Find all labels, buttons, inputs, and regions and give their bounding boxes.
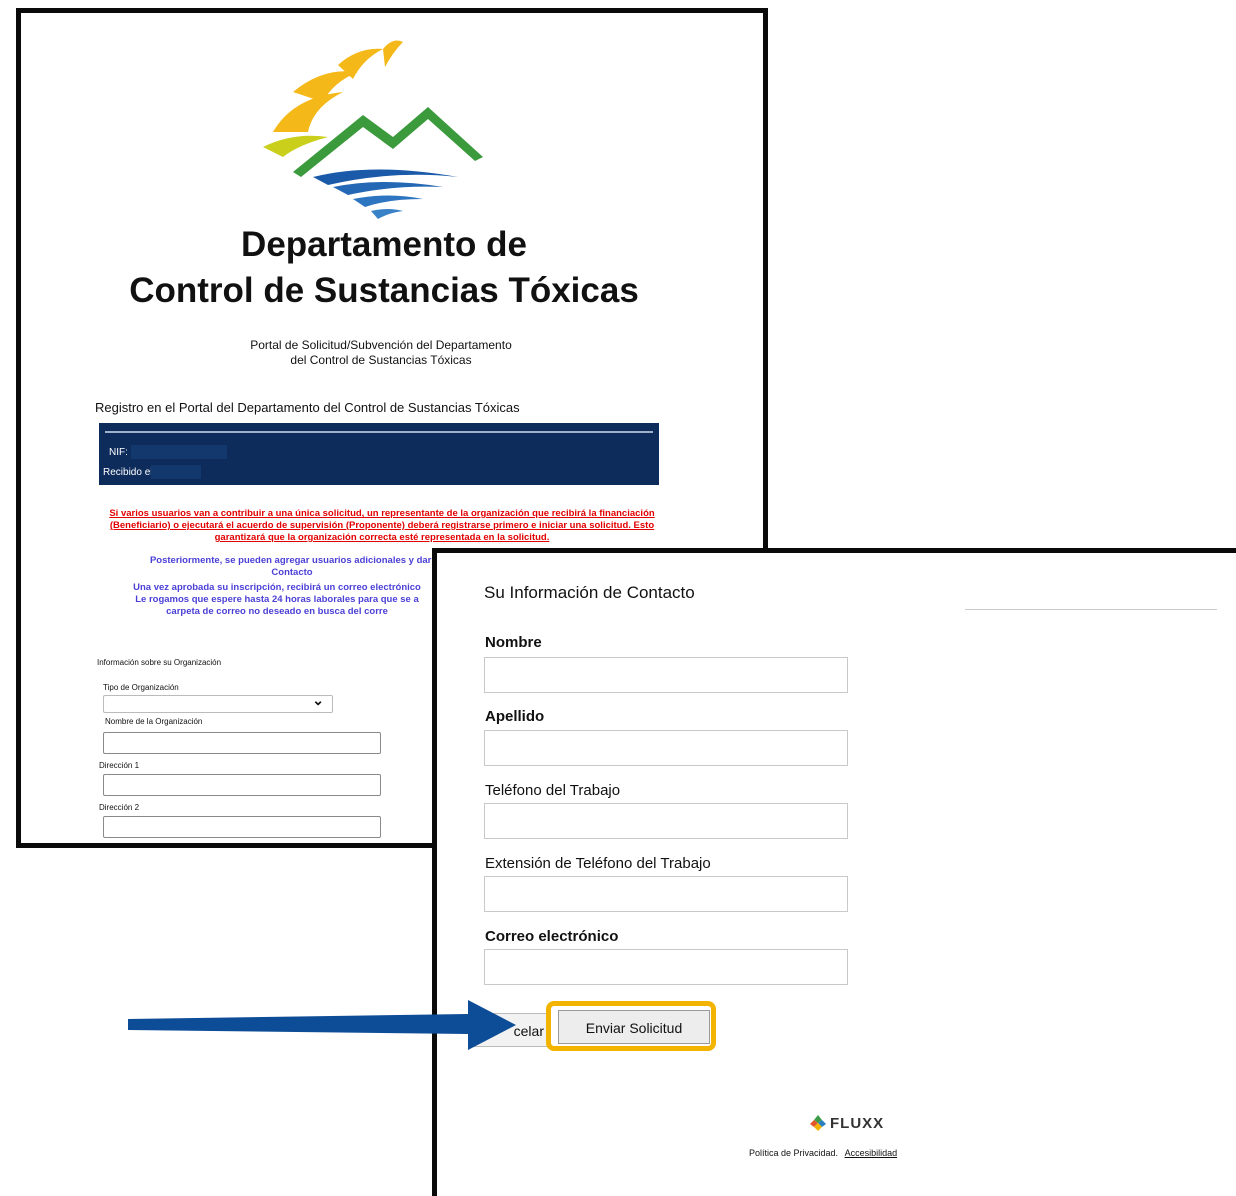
fluxx-logo: FLUXX [809,1115,884,1132]
org-name-label: Nombre de la Organización [105,717,203,726]
org-type-select[interactable]: ⌄ [103,692,333,713]
first-name-label: Nombre [485,634,542,651]
first-name-input[interactable] [484,657,848,693]
received-value [151,465,201,479]
address1-label: Dirección 1 [99,761,140,770]
work-phone-ext-input[interactable] [484,876,848,912]
approval-note: Una vez aprobada su inscripción, recibir… [133,582,421,617]
portal-subtitle-line1: Portal de Solicitud/Subvención del Depar… [250,338,512,352]
portal-subtitle-line2: del Control de Sustancias Tóxicas [290,353,472,367]
divider [965,609,1217,610]
additional-users-note: Posteriormente, se pueden agregar usuari… [149,555,435,578]
arrow-right-icon [128,1000,516,1050]
email-input[interactable] [484,949,848,985]
address1-input[interactable] [103,774,381,796]
contact-info-panel: Su Información de Contacto Nombre Apelli… [437,553,1236,1196]
contact-section-title: Su Información de Contacto [484,583,695,602]
work-phone-label: Teléfono del Trabajo [485,782,621,799]
org-info-heading: Información sobre su Organización [97,658,222,667]
work-phone-ext-label: Extensión de Teléfono del Trabajo [485,855,711,872]
nif-label: NIF: [109,447,128,458]
multi-user-warning: Si varios usuarios van a contribuir a un… [109,508,655,543]
submit-application-button[interactable]: Enviar Solicitud [558,1010,710,1044]
department-title-line1: Departamento de [241,225,527,264]
email-label: Correo electrónico [485,928,619,945]
last-name-label: Apellido [485,708,545,725]
dtsc-logo [263,40,483,219]
nif-value [131,445,227,459]
chevron-down-icon: ⌄ [312,692,324,708]
org-type-label: Tipo de Organización [103,683,179,692]
privacy-text: Política de Privacidad. [749,1148,839,1158]
divider [105,431,653,433]
department-title-line2: Control de Sustancias Tóxicas [129,271,639,310]
last-name-input[interactable] [484,730,848,766]
received-label: Recibido el [103,467,153,478]
work-phone-input[interactable] [484,803,848,839]
accessibility-link[interactable]: Accesibilidad [845,1148,898,1158]
address2-label: Dirección 2 [99,803,140,812]
registration-title: Registro en el Portal del Departamento d… [95,400,520,415]
address2-input[interactable] [103,816,381,838]
footer: Política de Privacidad. Accesibilidad [749,1148,897,1158]
fluxx-icon [810,1115,826,1131]
org-name-input[interactable] [103,732,381,754]
nif-info-box: NIF: Recibido el [99,423,659,485]
